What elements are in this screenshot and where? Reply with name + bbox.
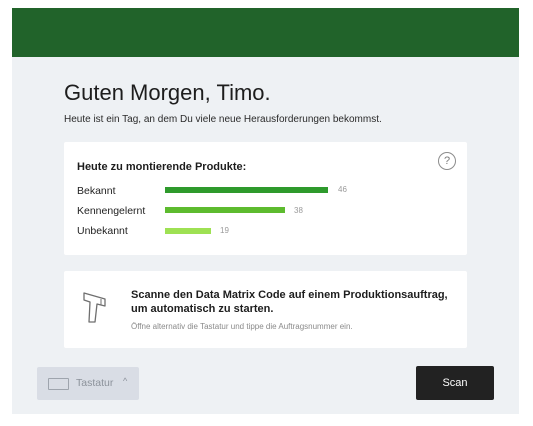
progress-bar-bekannt xyxy=(165,187,328,193)
progress-bar-unbekannt xyxy=(165,228,211,234)
keyboard-toggle-button[interactable]: Tastatur ^ xyxy=(37,367,139,400)
help-icon[interactable]: ? xyxy=(438,152,456,170)
chevron-up-icon: ^ xyxy=(123,376,128,386)
value-kennengelernt: 38 xyxy=(294,206,303,215)
value-unbekannt: 19 xyxy=(220,226,229,235)
greeting-subtitle: Heute ist ein Tag, an dem Du viele neue … xyxy=(64,114,382,125)
scan-instructions-hint: Öffne alternativ die Tastatur und tippe … xyxy=(131,322,353,331)
greeting-title: Guten Morgen, Timo. xyxy=(64,80,271,105)
row-label-kennengelernt: Kennengelernt xyxy=(77,205,146,217)
barcode-scanner-icon xyxy=(83,292,106,323)
keyboard-icon xyxy=(48,378,69,390)
products-summary-card: Heute zu montierende Produkte: ? Bekannt… xyxy=(64,142,467,255)
progress-bar-kennengelernt xyxy=(165,207,285,213)
row-label-unbekannt: Unbekannt xyxy=(77,225,128,237)
keyboard-toggle-label: Tastatur xyxy=(76,377,114,389)
value-bekannt: 46 xyxy=(338,185,347,194)
app-header-bar xyxy=(12,8,519,57)
scan-instructions-title: Scanne den Data Matrix Code auf einem Pr… xyxy=(131,289,448,315)
scan-button[interactable]: Scan xyxy=(416,366,494,400)
row-label-bekannt: Bekannt xyxy=(77,185,116,197)
scan-instructions-card: Scanne den Data Matrix Code auf einem Pr… xyxy=(64,271,467,348)
products-summary-title: Heute zu montierende Produkte: xyxy=(77,161,247,173)
